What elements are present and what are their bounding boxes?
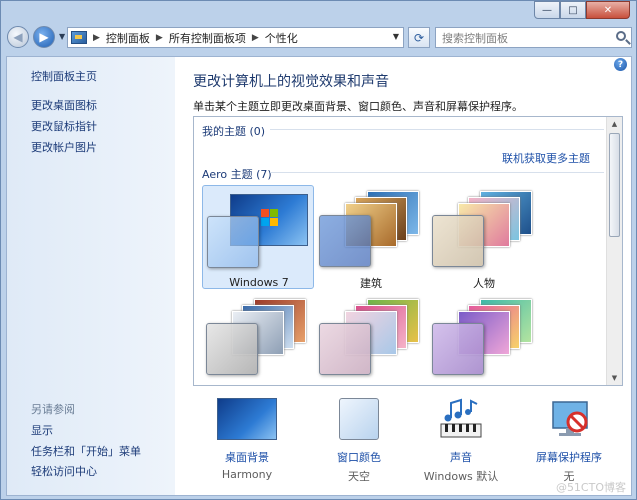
window-color-setting[interactable]: 窗口颜色 天空 — [309, 398, 405, 488]
theme-tile-landscapes[interactable]: 风景 — [202, 295, 314, 386]
chevron-right-icon[interactable]: ▶ — [156, 33, 163, 43]
desktop-background-icon — [217, 398, 277, 440]
watermark: @51CTO博客 — [555, 481, 626, 494]
personalization-window: — □ ✕ ◀ ▶ ▼ ▶ 控制面板 ▶ 所有控制面板项 ▶ 个性化 ▼ ⟳ 搜… — [0, 0, 637, 500]
forward-button[interactable]: ▶ — [33, 26, 55, 48]
sidebar-link-mouse-pointers[interactable]: 更改鼠标指针 — [31, 118, 97, 134]
screensaver-setting[interactable]: 屏幕保护程序 无 — [519, 398, 615, 488]
content-area: 控制面板主页 更改桌面图标 更改鼠标指针 更改帐户图片 另请参阅 显示 任务栏和… — [6, 56, 632, 496]
recent-pages-dropdown[interactable]: ▼ — [59, 32, 65, 41]
desktop-background-setting[interactable]: 桌面背景 Harmony — [197, 398, 293, 488]
theme-name: 人物 — [473, 277, 495, 290]
screensaver-icon — [549, 398, 593, 442]
sidebar-link-desktop-icons[interactable]: 更改桌面图标 — [31, 97, 97, 113]
theme-list-scrollbar[interactable]: ▲ ▼ — [606, 117, 622, 385]
chevron-right-icon[interactable]: ▶ — [252, 33, 259, 43]
sound-setting[interactable]: 声音 Windows 默认 — [411, 398, 507, 488]
theme-name: 自然 — [315, 385, 427, 386]
theme-name: Windows 7 — [229, 276, 289, 289]
theme-name: 建筑 — [360, 277, 382, 290]
window-color-icon — [339, 398, 379, 440]
help-icon[interactable]: ? — [614, 58, 627, 71]
search-icon[interactable] — [616, 31, 626, 41]
see-also-link-ease-of-access[interactable]: 轻松访问中心 — [31, 463, 97, 479]
group-divider — [270, 172, 604, 173]
window-color-swatch — [207, 216, 259, 268]
address-bar[interactable]: ▶ 控制面板 ▶ 所有控制面板项 ▶ 个性化 ▼ — [67, 27, 404, 48]
window-color-swatch — [432, 323, 484, 375]
address-dropdown-icon[interactable]: ▼ — [393, 32, 399, 41]
main-panel: ? 更改计算机上的视觉效果和声音 单击某个主题立即更改桌面背景、窗口颜色、声音和… — [175, 57, 631, 495]
sidebar-link-control-panel-home[interactable]: 控制面板主页 — [31, 68, 97, 84]
theme-tile-nature[interactable]: 自然 — [315, 295, 427, 386]
theme-name: 场景 — [428, 385, 540, 386]
minimize-button[interactable]: — — [534, 1, 560, 19]
chevron-right-icon[interactable]: ▶ — [93, 33, 100, 43]
sound-icon — [437, 398, 487, 442]
control-panel-icon — [71, 31, 87, 44]
window-color-swatch — [432, 215, 484, 267]
aero-themes-heading: Aero 主题 (7) — [202, 168, 272, 181]
window-color-swatch — [319, 215, 371, 267]
back-button[interactable]: ◀ — [7, 26, 29, 48]
theme-list[interactable]: 我的主题 (0) 联机获取更多主题 Aero 主题 (7) Windows 7 … — [193, 116, 623, 386]
window-color-swatch — [319, 323, 371, 375]
sidebar-link-account-picture[interactable]: 更改帐户图片 — [31, 139, 97, 155]
see-also-heading: 另请参阅 — [31, 403, 75, 416]
setting-value: 天空 — [348, 470, 370, 483]
navigation-bar: ◀ ▶ ▼ ▶ 控制面板 ▶ 所有控制面板项 ▶ 个性化 ▼ ⟳ 搜索控制面板 — [7, 25, 632, 51]
sidebar: 控制面板主页 更改桌面图标 更改鼠标指针 更改帐户图片 另请参阅 显示 任务栏和… — [7, 57, 175, 495]
close-button[interactable]: ✕ — [586, 1, 630, 19]
maximize-button[interactable]: □ — [560, 1, 586, 19]
caption-buttons: — □ ✕ — [534, 1, 630, 19]
search-input[interactable]: 搜索控制面板 — [435, 27, 632, 48]
theme-name: 风景 — [202, 385, 314, 386]
my-themes-heading: 我的主题 (0) — [202, 125, 266, 138]
setting-title[interactable]: 窗口颜色 — [309, 449, 409, 465]
theme-tile-architecture[interactable]: 建筑 — [315, 185, 427, 290]
scroll-up-icon[interactable]: ▲ — [607, 117, 622, 131]
scrollbar-thumb[interactable] — [609, 133, 620, 237]
breadcrumb-control-panel[interactable]: 控制面板 — [106, 30, 150, 46]
page-description: 单击某个主题立即更改桌面背景、窗口颜色、声音和屏幕保护程序。 — [193, 100, 523, 113]
page-title: 更改计算机上的视觉效果和声音 — [193, 74, 389, 90]
setting-value: Harmony — [221, 468, 273, 481]
refresh-button[interactable]: ⟳ — [408, 27, 430, 48]
get-more-themes-link[interactable]: 联机获取更多主题 — [502, 150, 590, 166]
group-divider — [270, 129, 604, 130]
window-color-swatch — [206, 323, 258, 375]
scroll-down-icon[interactable]: ▼ — [607, 371, 622, 385]
theme-tile-scenes[interactable]: 场景 — [428, 295, 540, 386]
setting-value: Windows 默认 — [423, 470, 499, 483]
see-also-link-display[interactable]: 显示 — [31, 422, 53, 438]
setting-title[interactable]: 声音 — [411, 449, 511, 465]
see-also-link-taskbar[interactable]: 任务栏和「开始」菜单 — [31, 443, 141, 459]
setting-title[interactable]: 桌面背景 — [197, 449, 297, 465]
search-placeholder: 搜索控制面板 — [442, 31, 508, 45]
breadcrumb-personalization[interactable]: 个性化 — [265, 30, 298, 46]
theme-tile-characters[interactable]: 人物 — [428, 185, 540, 290]
breadcrumb-all-items[interactable]: 所有控制面板项 — [169, 30, 246, 46]
theme-tile-windows7[interactable]: Windows 7 — [202, 185, 314, 289]
windows-logo-icon — [261, 209, 279, 227]
setting-title[interactable]: 屏幕保护程序 — [519, 449, 619, 465]
